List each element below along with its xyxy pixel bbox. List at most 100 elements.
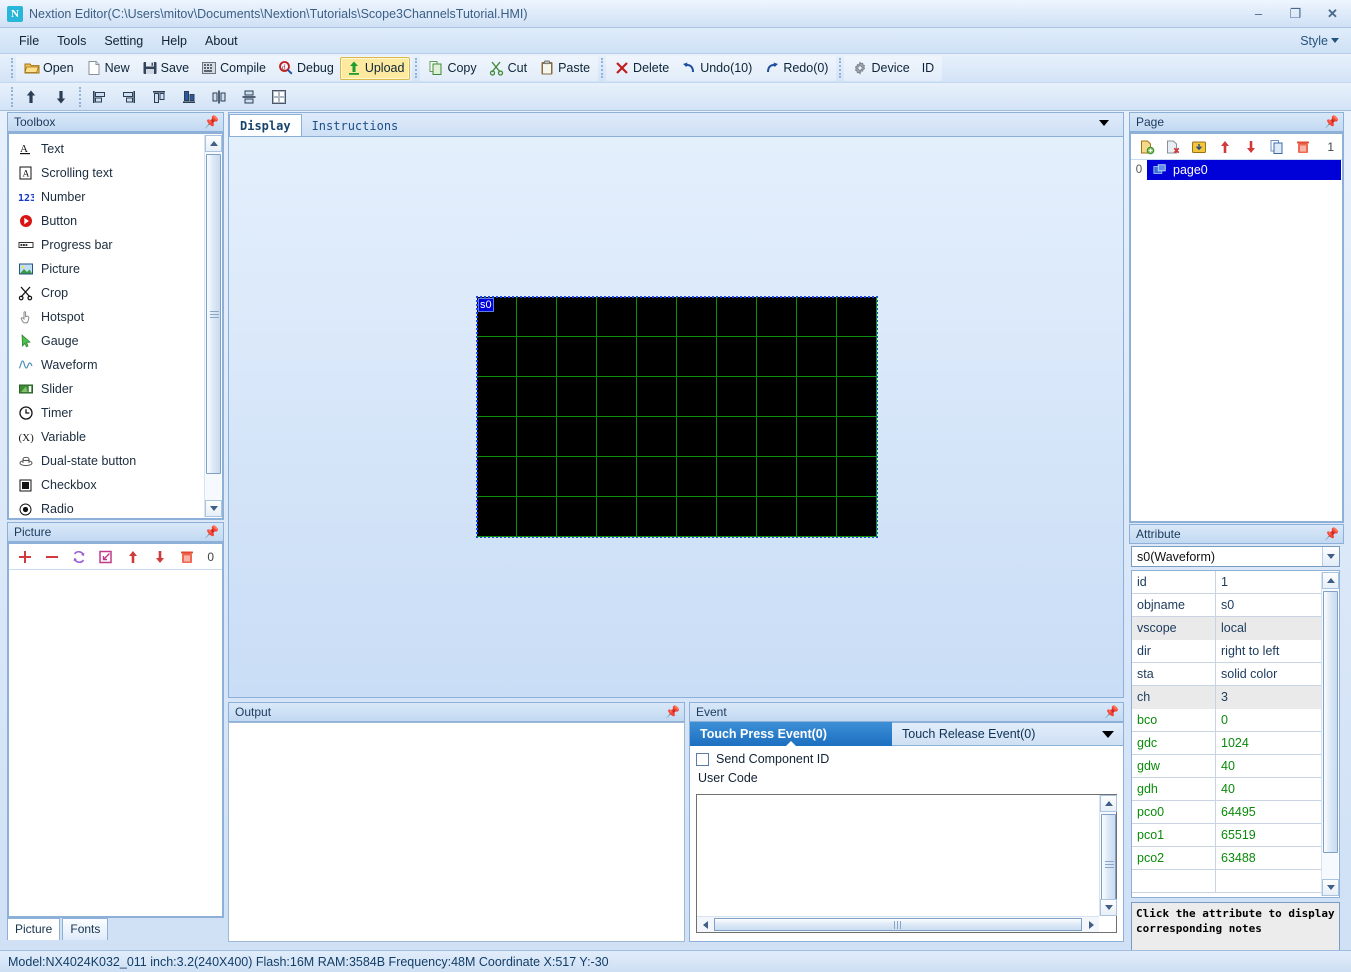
scroll-left-icon[interactable]: [697, 917, 713, 933]
toolbox-item-hotspot[interactable]: Hotspot: [9, 305, 202, 329]
close-icon[interactable]: ✕: [1314, 0, 1351, 27]
output-text-area[interactable]: [228, 722, 685, 942]
toolbox-item-timer[interactable]: Timer: [9, 401, 202, 425]
attribute-value[interactable]: 1: [1216, 571, 1322, 594]
toolbox-item-dual-state-button[interactable]: Dual-state button: [9, 449, 202, 473]
redo-button[interactable]: Redo(0): [758, 57, 834, 80]
code-vertical-scrollbar[interactable]: [1099, 795, 1116, 916]
toolbox-item-button[interactable]: Button: [9, 209, 202, 233]
align-bottom-button[interactable]: [174, 85, 204, 108]
align-top-button[interactable]: [144, 85, 174, 108]
pin-icon[interactable]: 📌: [204, 525, 219, 539]
table-row[interactable]: pco0 64495: [1132, 801, 1322, 824]
attribute-value[interactable]: solid color: [1216, 663, 1322, 686]
table-row[interactable]: dir right to left: [1132, 640, 1322, 663]
toolbox-scrollbar[interactable]: [204, 135, 221, 517]
attribute-value[interactable]: 40: [1216, 755, 1322, 778]
distribute-horizontal-button[interactable]: [204, 85, 234, 108]
menu-file[interactable]: File: [10, 31, 48, 51]
attribute-value[interactable]: 3: [1216, 686, 1322, 709]
attribute-value[interactable]: 63488: [1216, 847, 1322, 870]
undo-button[interactable]: Undo(10): [675, 57, 758, 80]
toolbox-item-text[interactable]: A Text: [9, 137, 202, 161]
menu-help[interactable]: Help: [152, 31, 196, 51]
distribute-vertical-button[interactable]: [234, 85, 264, 108]
align-left-button[interactable]: [84, 85, 114, 108]
scrollbar-thumb[interactable]: [1323, 591, 1338, 853]
maximize-icon[interactable]: ❐: [1277, 0, 1314, 27]
send-component-id-checkbox[interactable]: Send Component ID: [696, 752, 1123, 766]
copy-page-icon[interactable]: [1269, 139, 1285, 155]
chevron-down-icon[interactable]: [1102, 731, 1114, 738]
menu-tools[interactable]: Tools: [48, 31, 95, 51]
waveform-widget-s0[interactable]: s0: [477, 297, 877, 537]
attribute-value[interactable]: s0: [1216, 594, 1322, 617]
attribute-value[interactable]: 0: [1216, 709, 1322, 732]
table-row[interactable]: ch 3: [1132, 686, 1322, 709]
cut-button[interactable]: Cut: [483, 57, 533, 80]
tab-picture[interactable]: Picture: [7, 918, 60, 940]
page-item-selected[interactable]: page0: [1147, 160, 1341, 180]
toolbox-item-number[interactable]: 123 Number: [9, 185, 202, 209]
import-page-icon[interactable]: [1191, 139, 1207, 155]
toolbox-item-variable[interactable]: (X) Variable: [9, 425, 202, 449]
move-down-icon[interactable]: [152, 549, 168, 565]
toolbox-item-scrolling-text[interactable]: A Scrolling text: [9, 161, 202, 185]
move-up-icon[interactable]: [1217, 139, 1233, 155]
chevron-down-icon[interactable]: [1099, 120, 1109, 126]
same-size-button[interactable]: [264, 85, 294, 108]
align-move-up-button[interactable]: [16, 85, 46, 108]
toolbox-item-picture[interactable]: Picture: [9, 257, 202, 281]
table-row[interactable]: sta solid color: [1132, 663, 1322, 686]
scroll-up-icon[interactable]: [1322, 572, 1339, 589]
paste-button[interactable]: Paste: [533, 57, 596, 80]
design-canvas[interactable]: s0: [228, 136, 1124, 698]
attribute-value[interactable]: 65519: [1216, 824, 1322, 847]
id-button[interactable]: ID: [916, 57, 941, 80]
style-menu-button[interactable]: Style: [1300, 34, 1339, 48]
toolbox-item-waveform[interactable]: Waveform: [9, 353, 202, 377]
trash-icon[interactable]: [1295, 139, 1311, 155]
attribute-scrollbar[interactable]: [1321, 572, 1338, 896]
table-row[interactable]: id 1: [1132, 571, 1322, 594]
scroll-up-icon[interactable]: [1100, 795, 1117, 812]
delete-button[interactable]: Delete: [608, 57, 675, 80]
checkbox-icon[interactable]: [696, 753, 709, 766]
toolbox-item-gauge[interactable]: Gauge: [9, 329, 202, 353]
pin-icon[interactable]: 📌: [1324, 115, 1339, 129]
table-row[interactable]: [1132, 870, 1322, 893]
tab-touch-press-event[interactable]: Touch Press Event(0): [690, 722, 892, 746]
table-row[interactable]: gdh 40: [1132, 778, 1322, 801]
tab-instructions[interactable]: Instructions: [302, 115, 409, 136]
compile-button[interactable]: Compile: [195, 57, 272, 80]
scrollbar-thumb[interactable]: [206, 154, 221, 474]
new-button[interactable]: New: [80, 57, 136, 80]
delete-page-icon[interactable]: [1165, 139, 1181, 155]
table-row[interactable]: pco1 65519: [1132, 824, 1322, 847]
scrollbar-thumb[interactable]: [714, 918, 1082, 931]
chevron-down-icon[interactable]: [1322, 547, 1339, 566]
pin-icon[interactable]: 📌: [1104, 705, 1119, 719]
copy-button[interactable]: Copy: [422, 57, 482, 80]
attribute-value[interactable]: [1216, 870, 1322, 893]
code-horizontal-scrollbar[interactable]: [697, 916, 1099, 932]
toolbox-item-checkbox[interactable]: Checkbox: [9, 473, 202, 497]
table-row[interactable]: bco 0: [1132, 709, 1322, 732]
user-code-editor[interactable]: [696, 794, 1117, 933]
tab-touch-release-event[interactable]: Touch Release Event(0): [892, 722, 1045, 746]
attribute-value[interactable]: 1024: [1216, 732, 1322, 755]
tab-fonts[interactable]: Fonts: [62, 918, 108, 940]
remove-icon[interactable]: [44, 549, 60, 565]
pin-icon[interactable]: 📌: [1324, 527, 1339, 541]
toolbox-item-slider[interactable]: Slider: [9, 377, 202, 401]
upload-button[interactable]: Upload: [340, 57, 411, 80]
align-move-down-button[interactable]: [46, 85, 76, 108]
table-row[interactable]: objname s0: [1132, 594, 1322, 617]
move-down-icon[interactable]: [1243, 139, 1259, 155]
table-row[interactable]: vscope local: [1132, 617, 1322, 640]
table-row[interactable]: gdc 1024: [1132, 732, 1322, 755]
new-page-icon[interactable]: [1139, 139, 1155, 155]
minimize-icon[interactable]: –: [1240, 0, 1277, 27]
edit-icon[interactable]: [98, 549, 114, 565]
toolbox-item-crop[interactable]: Crop: [9, 281, 202, 305]
